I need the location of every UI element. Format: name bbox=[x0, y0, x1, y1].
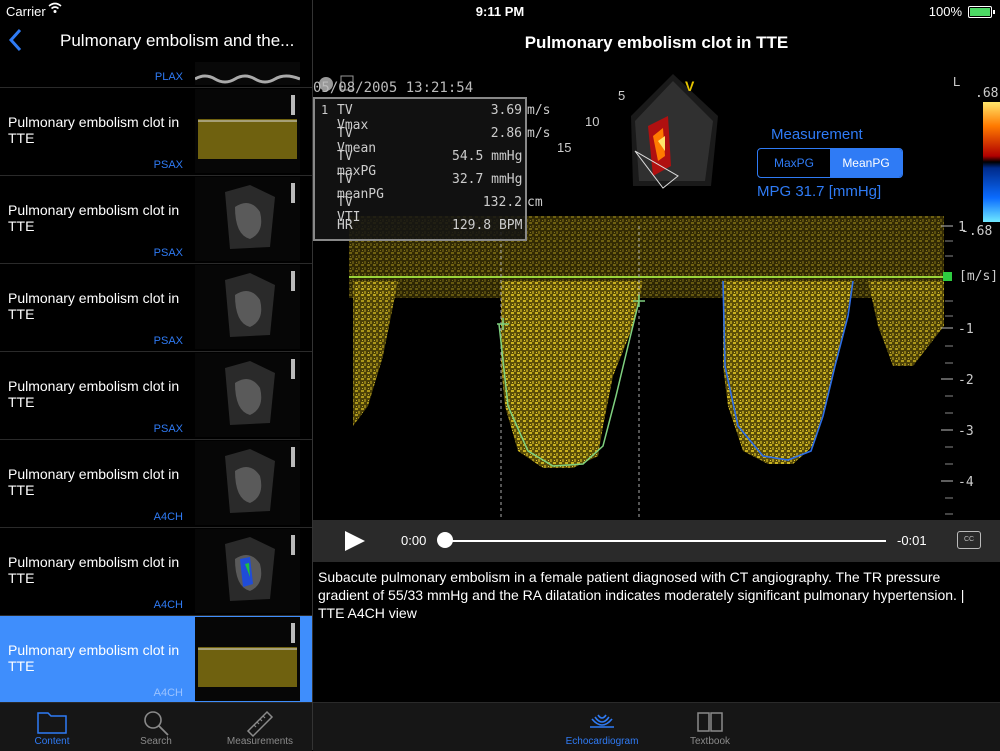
list-item[interactable]: Pulmonary embolism clot in TTE A4CH bbox=[0, 528, 312, 616]
thumbnail-image bbox=[195, 265, 300, 349]
view-label: PSAX bbox=[153, 159, 183, 171]
tab-echocardiogram-label: Echocardiogram bbox=[565, 736, 639, 747]
elapsed-time: 0:00 bbox=[401, 533, 427, 548]
battery-icon bbox=[968, 6, 995, 18]
left-nav-title: Pulmonary embolism and the... bbox=[60, 31, 295, 50]
tab-content[interactable]: Content bbox=[0, 705, 104, 751]
measurement-value: 54.5 mmHg bbox=[452, 149, 523, 164]
view-label: PLAX bbox=[154, 71, 183, 83]
ultrasound-icon bbox=[590, 714, 614, 728]
depth-label: 5 bbox=[618, 88, 626, 103]
list-item-label: Pulmonary embolism clot in TTE bbox=[8, 378, 180, 410]
thumbnail-image bbox=[194, 62, 301, 85]
measurement-index: 1 bbox=[321, 103, 329, 117]
depth-label: 15 bbox=[557, 140, 572, 155]
thumbnail-image bbox=[195, 177, 300, 261]
measurement-unit: cm bbox=[527, 195, 543, 210]
list-item[interactable]: Pulmonary embolism clot in TTE PSAX bbox=[0, 352, 312, 440]
depth-label: 10 bbox=[585, 114, 600, 129]
clock: 9:11 PM bbox=[475, 4, 525, 19]
back-chevron-icon[interactable] bbox=[8, 28, 22, 59]
thumbnail-image bbox=[195, 529, 300, 613]
folder-icon bbox=[37, 712, 67, 734]
scrub-knob[interactable] bbox=[437, 532, 453, 548]
measurement-unit: m/s bbox=[527, 103, 551, 118]
measurement-unit: m/s bbox=[527, 126, 551, 141]
view-label: A4CH bbox=[153, 511, 183, 523]
list-item[interactable]: Pulmonary embolism clot in TTE A4CH bbox=[0, 440, 312, 528]
v-marker-label: V bbox=[685, 78, 695, 94]
list-item[interactable]: Pulmonary embolism clot in TTE PSAX bbox=[0, 264, 312, 352]
timestamp: 05/08/2005 13:21:54 bbox=[313, 80, 474, 96]
view-label: PSAX bbox=[153, 335, 183, 347]
thumbnail-image bbox=[195, 441, 300, 525]
list-item-label: Pulmonary embolism clot in TTE bbox=[8, 202, 180, 234]
view-label: PSAX bbox=[153, 247, 183, 259]
thumbnail-image bbox=[195, 353, 300, 437]
view-label: A4CH bbox=[153, 687, 183, 699]
captions-icon[interactable]: CC bbox=[957, 531, 981, 549]
scale-tick-label: -2 bbox=[958, 373, 974, 388]
detail-title: Pulmonary embolism clot in TTE bbox=[524, 33, 789, 52]
master-pane: Pulmonary embolism and the... PLAX Pulmo… bbox=[0, 22, 312, 751]
tab-measurements[interactable]: Measurements bbox=[208, 705, 312, 751]
measurement-table: 1 TV Vmax 3.69 m/s TV Vmean 2.86 m/s TV maxPG 5… bbox=[313, 97, 550, 241]
thumbnail-image bbox=[195, 617, 300, 701]
list-item[interactable]: Pulmonary embolism clot in TTE PSAX bbox=[0, 176, 312, 264]
list-item-label: Pulmonary embolism clot in TTE bbox=[8, 114, 180, 146]
l-marker-label: L bbox=[953, 74, 961, 89]
meanpg-button[interactable]: MeanPG bbox=[830, 149, 902, 177]
left-nav-bar: Pulmonary embolism and the... bbox=[0, 22, 312, 62]
video-description: Subacute pulmonary embolism in a female … bbox=[318, 569, 965, 621]
mpg-readout: MPG 31.7 [mmHg] bbox=[757, 183, 882, 200]
play-icon[interactable] bbox=[345, 531, 365, 551]
measurement-value: 3.69 bbox=[490, 103, 522, 118]
tab-content-label: Content bbox=[34, 736, 70, 747]
tab-echocardiogram[interactable]: Echocardiogram bbox=[547, 705, 657, 751]
list-item[interactable]: PLAX bbox=[0, 62, 312, 88]
colorbar-bottom-label: -.68 bbox=[961, 224, 993, 239]
video-list[interactable]: PLAX Pulmonary embolism clot in TTE PSAX P… bbox=[0, 62, 312, 702]
scrub-track[interactable] bbox=[446, 540, 886, 542]
list-item-label: Pulmonary embolism clot in TTE bbox=[8, 466, 180, 498]
measurement-title: Measurement bbox=[771, 126, 863, 143]
tab-textbook-label: Textbook bbox=[689, 736, 731, 747]
view-label: PSAX bbox=[153, 423, 183, 435]
list-item-label: Pulmonary embolism clot in TTE bbox=[8, 642, 180, 674]
echo-video[interactable]: 1 [m/s] -1 -2 -3 -4 .68 -.68 L 5 10 15 V… bbox=[313, 66, 1000, 520]
measurement-value: 132.2 bbox=[482, 195, 522, 210]
video-player-controls: 0:00 -0:01 CC bbox=[313, 520, 1000, 562]
list-item[interactable]: Pulmonary embolism clot in TTE PSAX bbox=[0, 88, 312, 176]
measurement-name: HR bbox=[337, 218, 353, 233]
right-tab-bar: Echocardiogram Textbook bbox=[313, 702, 1000, 751]
tab-search-label: Search bbox=[140, 736, 172, 747]
status-bar: Carrier 9:11 PM 100% bbox=[0, 0, 1000, 22]
battery-percent: 100% bbox=[928, 4, 962, 19]
scale-tick-label: -3 bbox=[958, 424, 974, 439]
scale-tick-label: -4 bbox=[958, 475, 974, 490]
measurement-value: 129.8 BPM bbox=[452, 218, 523, 233]
book-icon bbox=[697, 712, 723, 732]
list-item-label: Pulmonary embolism clot in TTE bbox=[8, 290, 180, 322]
remaining-time: -0:01 bbox=[897, 533, 927, 548]
scale-unit-label: [m/s] bbox=[959, 269, 999, 284]
maxpg-button[interactable]: MaxPG bbox=[758, 149, 830, 177]
detail-pane: Pulmonary embolism clot in TTE 1 [m/s] -… bbox=[313, 22, 1000, 751]
tab-search[interactable]: Search bbox=[104, 705, 208, 751]
thumbnail-image bbox=[195, 89, 300, 173]
list-item[interactable]: Pulmonary embolism clot in TTE A4CH bbox=[0, 616, 312, 702]
pg-segmented-control[interactable]: MaxPG MeanPG bbox=[757, 148, 903, 178]
tab-measurements-label: Measurements bbox=[226, 736, 294, 747]
search-icon bbox=[144, 711, 169, 736]
scale-tick-label: -1 bbox=[958, 322, 974, 337]
ruler-icon bbox=[246, 710, 274, 737]
list-item-label: Pulmonary embolism clot in TTE bbox=[8, 554, 180, 586]
tab-textbook[interactable]: Textbook bbox=[655, 705, 765, 751]
colorbar-top-label: .68 bbox=[975, 86, 999, 101]
measurement-value: 32.7 mmHg bbox=[452, 172, 523, 187]
view-label: A4CH bbox=[153, 599, 183, 611]
measurement-value: 2.86 bbox=[490, 126, 522, 141]
left-tab-bar: Content Search Measurements bbox=[0, 702, 312, 751]
